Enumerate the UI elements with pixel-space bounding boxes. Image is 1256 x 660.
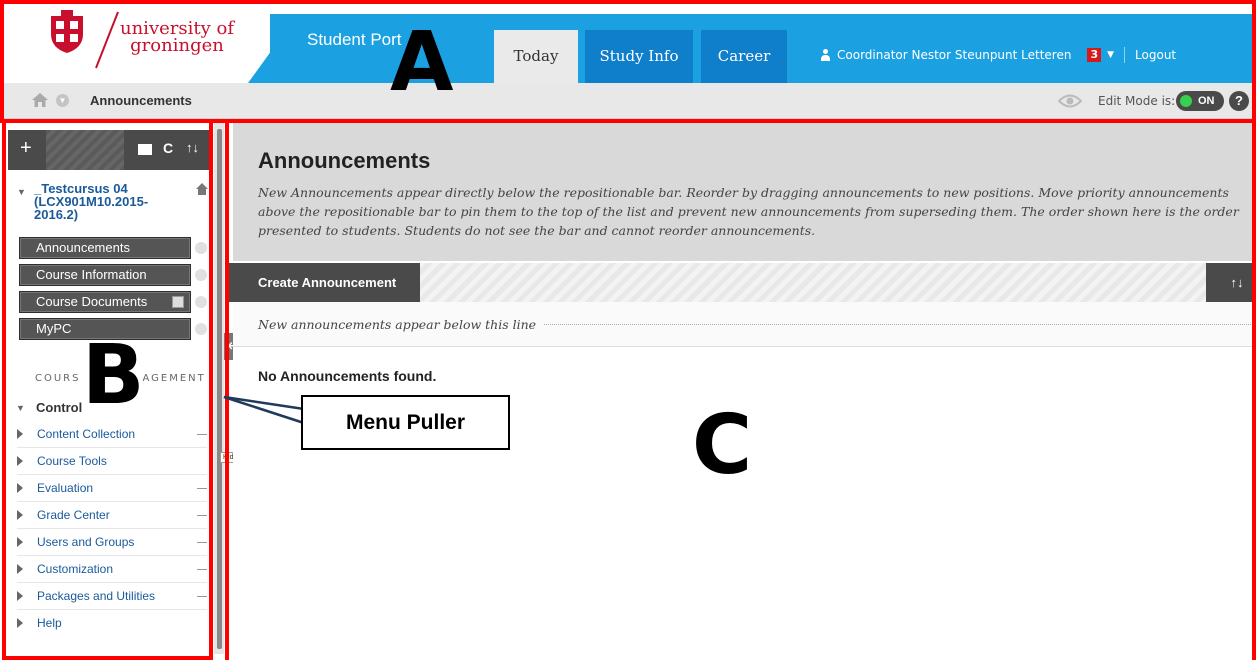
reposition-dotted-line bbox=[543, 324, 1253, 325]
empty-message: No Announcements found. bbox=[258, 368, 437, 384]
annotation-frame-c bbox=[225, 119, 234, 660]
annotation-label-c: C bbox=[692, 398, 753, 493]
annotation-frame-a bbox=[0, 0, 1256, 123]
reposition-text: New announcements appear below this line bbox=[258, 317, 545, 332]
annotation-label-a: A bbox=[390, 15, 454, 110]
sort-button[interactable]: ↑↓ bbox=[1206, 263, 1256, 302]
annotation-label-b: B bbox=[82, 328, 145, 423]
page-description: New Announcements appear directly below … bbox=[258, 185, 1239, 238]
create-announcement-button[interactable]: Create Announcement bbox=[228, 263, 420, 302]
menu-puller-callout: Menu Puller bbox=[301, 395, 510, 450]
content-area: Announcements New Announcements appear d… bbox=[228, 121, 1256, 660]
callout-pointer-lines bbox=[223, 395, 305, 425]
annotation-frame-c-right bbox=[1252, 119, 1256, 660]
action-bar: Create Announcement ↑↓ bbox=[228, 263, 1256, 302]
page-header: Announcements New Announcements appear d… bbox=[233, 121, 1256, 261]
menu-puller-handle[interactable] bbox=[217, 129, 222, 649]
repositionable-bar[interactable]: New announcements appear below this line bbox=[233, 302, 1256, 347]
page-title: Announcements bbox=[258, 148, 431, 173]
